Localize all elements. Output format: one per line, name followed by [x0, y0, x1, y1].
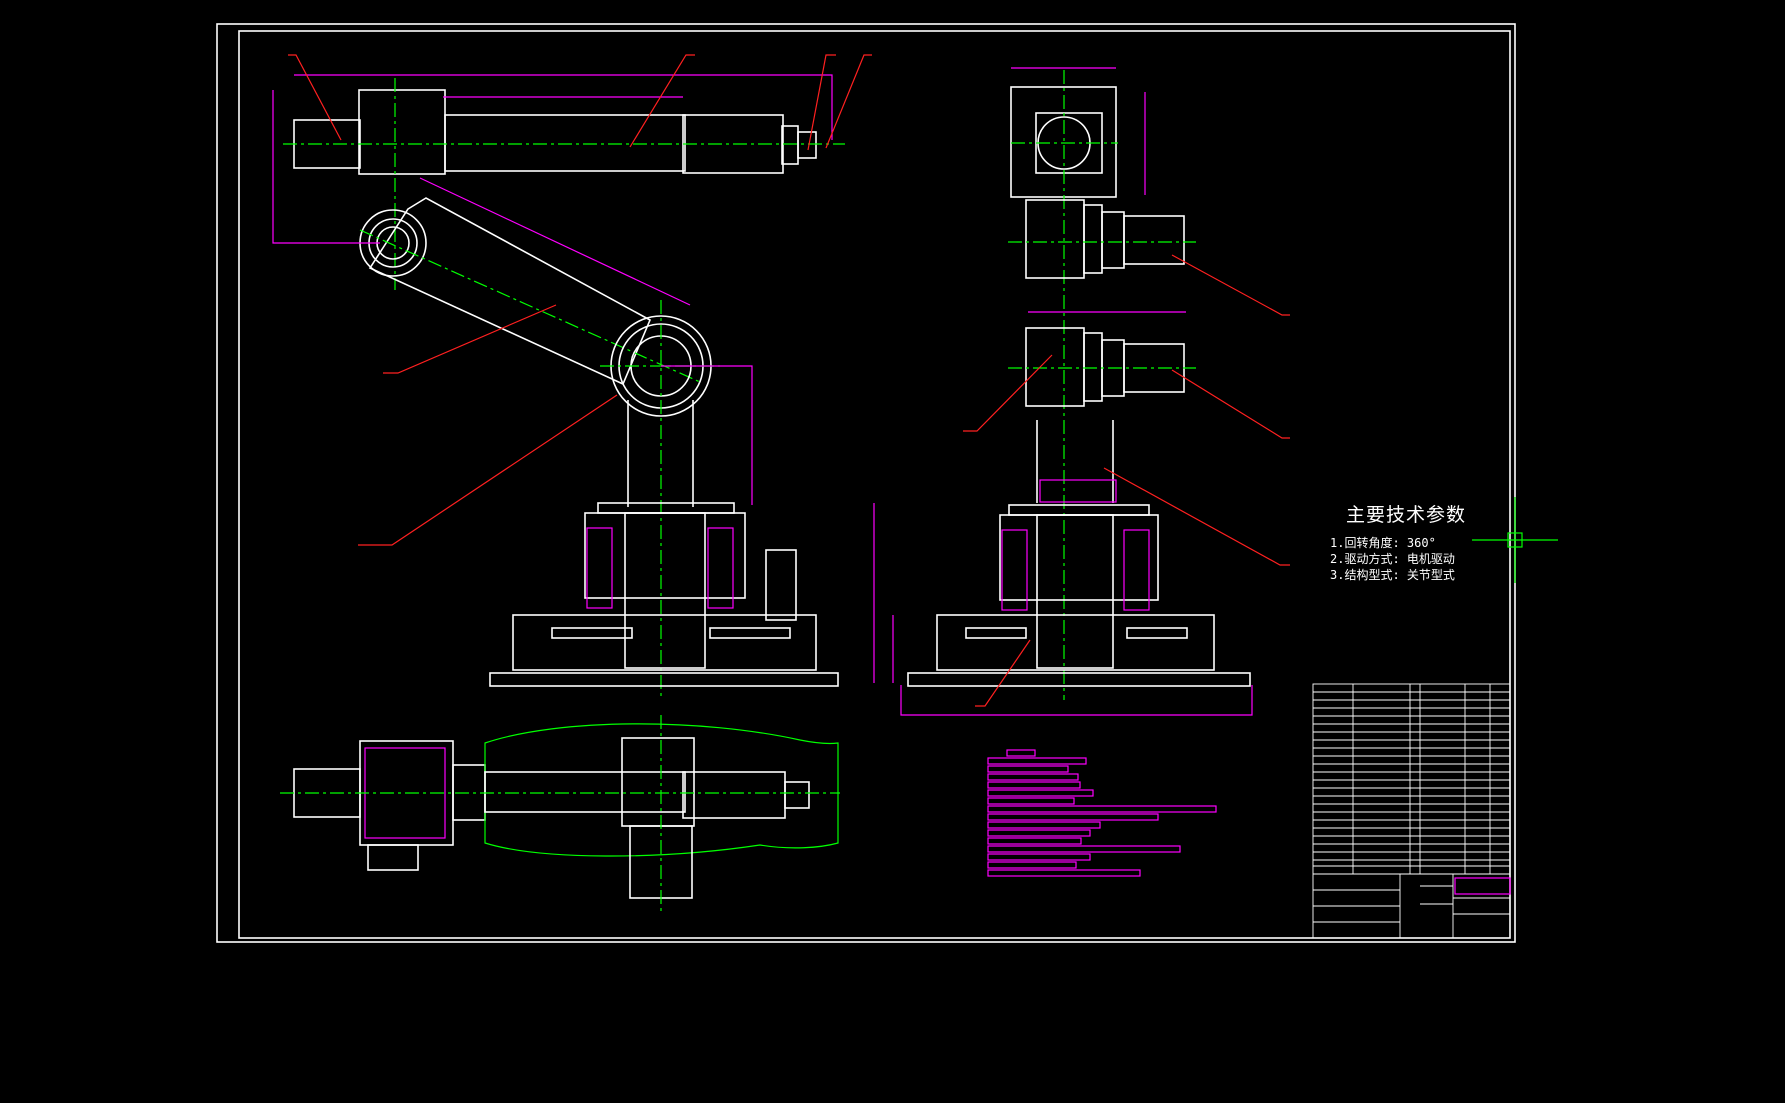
front-view [272, 54, 872, 700]
param-item: 1.回转角度: 360° [1330, 536, 1436, 550]
param-item: 2.驱动方式: 电机驱动 [1330, 552, 1455, 566]
inner-frame [238, 30, 1511, 939]
param-item: 3.结构型式: 关节型式 [1330, 568, 1455, 582]
params-title: 主要技术参数 [1346, 504, 1467, 526]
parts-list [987, 749, 1217, 877]
plan-view [280, 715, 840, 913]
crosshair-cursor-icon [1472, 497, 1558, 583]
technical-parameters: 主要技术参数 1.回转角度: 360° 2.驱动方式: 电机驱动 3.结构型式:… [1330, 500, 1466, 583]
cad-drawing-canvas [216, 23, 1558, 943]
params-list: 1.回转角度: 360° 2.驱动方式: 电机驱动 3.结构型式: 关节型式 [1330, 535, 1466, 583]
title-block [1312, 683, 1511, 939]
side-view [873, 67, 1290, 716]
